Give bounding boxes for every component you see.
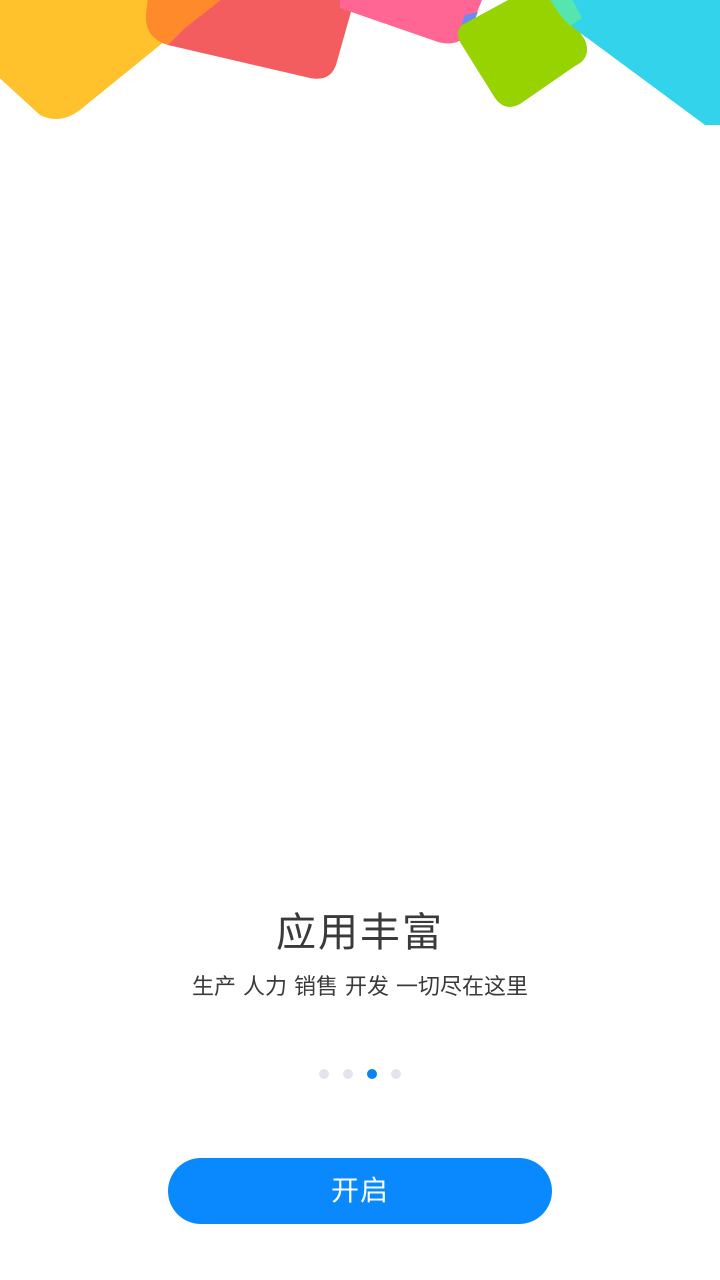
page-indicator-dot-2[interactable] [343,1069,353,1079]
page-indicator [0,1069,720,1081]
page-indicator-dot-1[interactable] [319,1069,329,1079]
onboarding-screen: 应用丰富 生产 人力 销售 开发 一切尽在这里 开启 [0,0,720,1280]
page-indicator-dot-3-active[interactable] [367,1069,377,1079]
start-button[interactable]: 开启 [168,1158,552,1224]
page-title: 应用丰富 [276,910,444,956]
page-subtitle: 生产 人力 销售 开发 一切尽在这里 [192,975,528,1000]
page-indicator-dot-4[interactable] [391,1069,401,1079]
decorative-shapes-banner [0,0,720,125]
